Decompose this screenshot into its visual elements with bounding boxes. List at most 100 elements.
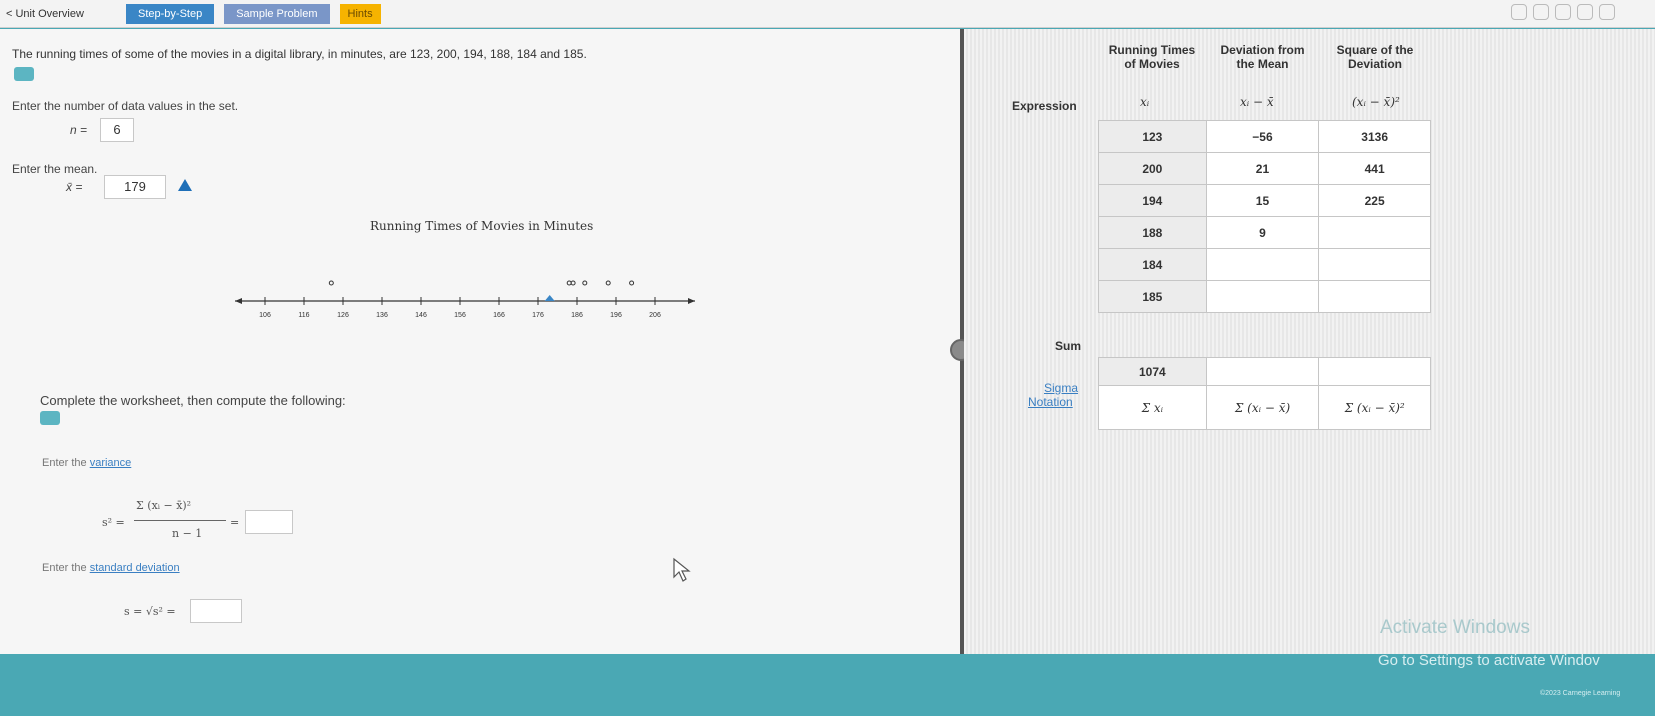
tick-label: 176 (532, 312, 544, 319)
window-shape-icon (1577, 4, 1593, 20)
tick-label: 206 (649, 312, 661, 319)
sd-lhs: s = √s² = (124, 605, 176, 618)
tab-hints[interactable]: Hints (339, 3, 381, 24)
mean-marker-icon (544, 295, 555, 301)
activate-windows-subtitle: Go to Settings to activate Windov (1378, 652, 1600, 669)
mouse-cursor-icon (673, 557, 691, 582)
variance-lhs: s² = (102, 516, 125, 529)
table-cell-xi: 200 (1098, 152, 1207, 185)
table-row: 194 15 225 (1098, 184, 1431, 217)
header-square-deviation: Square of the Deviation (1319, 43, 1431, 71)
complete-prompt: Complete the worksheet, then compute the… (40, 393, 346, 408)
fraction-bar (134, 520, 226, 521)
table-cell-xi: 184 (1098, 248, 1207, 281)
table-cell-deviation[interactable]: 9 (1205, 216, 1320, 249)
table-cell-deviation[interactable]: 15 (1205, 184, 1320, 217)
sigma-xi: Σ xᵢ (1098, 385, 1207, 430)
variance-link[interactable]: variance (90, 457, 132, 469)
n-label: n = (70, 123, 88, 137)
tick-label: 136 (376, 312, 388, 319)
dotplot-title: Running Times of Movies in Minutes (370, 219, 594, 233)
left-pane: The running times of some of the movies … (0, 29, 960, 654)
table-cell-xi: 123 (1098, 120, 1207, 153)
table-cell-square[interactable] (1318, 280, 1431, 313)
n-prompt: Enter the number of data values in the s… (12, 99, 239, 113)
sigma-deviation: Σ (xᵢ − x̄) (1205, 385, 1320, 430)
window-shape-icon (1511, 4, 1527, 20)
n-input[interactable]: 6 (100, 118, 134, 142)
axis-arrow-left-icon (235, 298, 242, 304)
audio-icon[interactable] (40, 411, 60, 425)
expression-xi: xᵢ (1140, 95, 1150, 109)
header-deviation: Deviation from the Mean (1206, 43, 1319, 71)
sigma-label-1[interactable]: Sigma (1044, 381, 1078, 395)
mean-input[interactable]: 179 (104, 175, 166, 199)
tick-label: 126 (337, 312, 349, 319)
top-nav-bar: < Unit Overview Step-by-Step Sample Prob… (0, 0, 1655, 28)
dotplot: 106 116 126 136 146 156 166 176 186 196 206 (235, 280, 695, 319)
header-line: of Movies (1124, 57, 1180, 71)
mean-prompt: Enter the mean. (12, 162, 98, 176)
sd-input[interactable] (190, 599, 242, 623)
equals-sign: = (230, 516, 240, 529)
sum-row-table: 1074 Σ xᵢ Σ (xᵢ − x̄) Σ (xᵢ − x̄)² (1098, 357, 1431, 430)
tick-label: 166 (493, 312, 505, 319)
correct-marker-icon (178, 179, 192, 191)
sd-prompt: Enter the standard deviation (42, 562, 180, 574)
variance-prompt: Enter the variance (42, 457, 131, 469)
tab-step-by-step[interactable]: Step-by-Step (126, 3, 215, 24)
table-row: 185 (1098, 280, 1431, 313)
expression-deviation: xᵢ − x̄ (1240, 95, 1274, 109)
sigma-square: Σ (xᵢ − x̄)² (1318, 385, 1431, 430)
copyright-text: ©2023 Carnegie Learning (1540, 690, 1621, 697)
standard-deviation-link[interactable]: standard deviation (90, 562, 180, 574)
tab-sample-problem[interactable]: Sample Problem (224, 3, 330, 24)
table-cell-deviation[interactable]: −56 (1205, 120, 1320, 153)
table-row: 184 (1098, 248, 1431, 281)
audio-icon[interactable] (14, 67, 34, 81)
header-line: the Mean (1236, 57, 1289, 71)
problem-statement: The running times of some of the movies … (12, 47, 587, 61)
tick-label: 196 (610, 312, 622, 319)
table-cell-square[interactable]: 225 (1318, 184, 1431, 217)
sd-prompt-text: Enter the (42, 562, 90, 574)
expression-label: Expression (1012, 99, 1077, 113)
variance-input[interactable] (245, 510, 293, 534)
variance-prompt-text: Enter the (42, 457, 90, 469)
sigma-label-2[interactable]: Notation (1028, 395, 1073, 409)
table-cell-xi: 185 (1098, 280, 1207, 313)
worksheet-table: 123 −56 3136 200 21 441 194 15 225 188 9 184 185 (1098, 120, 1431, 313)
sum-cell-deviation[interactable] (1205, 357, 1320, 386)
tick-label: 156 (454, 312, 466, 319)
header-line: Deviation from (1220, 43, 1305, 57)
tick-label: 186 (571, 312, 583, 319)
data-point (629, 280, 635, 286)
data-point (328, 280, 334, 286)
table-cell-deviation[interactable] (1205, 280, 1320, 313)
table-cell-square[interactable] (1318, 248, 1431, 281)
table-cell-deviation[interactable] (1205, 248, 1320, 281)
header-running-times: Running Times of Movies (1098, 43, 1206, 71)
header-line: Deviation (1347, 57, 1402, 71)
tick-label: 116 (298, 312, 309, 319)
table-row: 200 21 441 (1098, 152, 1431, 185)
table-cell-xi: 194 (1098, 184, 1207, 217)
unit-overview-link[interactable]: < Unit Overview (6, 8, 126, 20)
window-shape-icon (1533, 4, 1549, 20)
table-cell-deviation[interactable]: 21 (1205, 152, 1320, 185)
data-point (605, 280, 611, 286)
table-cell-square[interactable]: 3136 (1318, 120, 1431, 153)
window-shape-icon (1599, 4, 1615, 20)
data-point (582, 280, 588, 286)
header-line: Running Times (1108, 43, 1196, 57)
sum-cell-xi: 1074 (1098, 357, 1207, 386)
tick-label: 146 (415, 312, 427, 319)
table-cell-square[interactable]: 441 (1318, 152, 1431, 185)
table-cell-square[interactable] (1318, 216, 1431, 249)
table-row: 188 9 (1098, 216, 1431, 249)
mean-label: x̄ = (66, 180, 83, 194)
table-row: 123 −56 3136 (1098, 120, 1431, 153)
window-shape-icon (1555, 4, 1571, 20)
main-panel: The running times of some of the movies … (0, 29, 1655, 654)
sum-cell-square[interactable] (1318, 357, 1431, 386)
